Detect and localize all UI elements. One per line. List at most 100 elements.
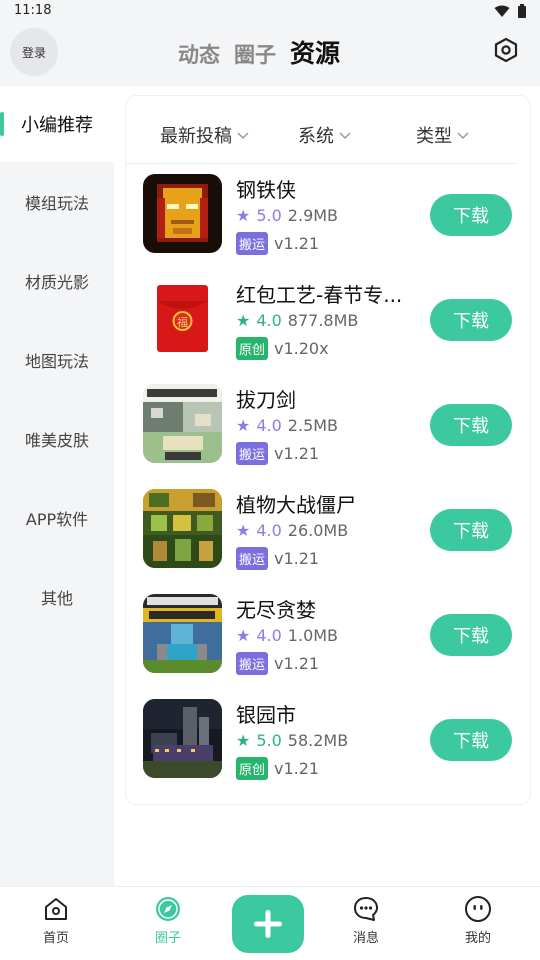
plants-zombies-icon[interactable] <box>143 489 222 568</box>
app-list: 钢铁侠 ★ 5.0 2.9MB 搬运 v1.21 下载 福 红包工艺-春节专..… <box>126 164 530 794</box>
download-button[interactable]: 下载 <box>430 194 512 236</box>
content-area: 最新投稿 系统 类型 钢铁侠 ★ 5.0 2.9MB 搬运 v1.21 下载 福… <box>114 86 540 886</box>
app-rating: 4.0 <box>256 521 282 540</box>
sidebar-item-mods[interactable]: 模组玩法 <box>0 162 114 241</box>
sidebar-item-textures[interactable]: 材质光影 <box>0 241 114 320</box>
download-button[interactable]: 下载 <box>430 614 512 656</box>
nav-messages-label: 消息 <box>352 931 379 946</box>
nav-messages[interactable]: 消息 <box>326 895 406 946</box>
profile-icon <box>465 896 491 922</box>
app-name[interactable]: 钢铁侠 <box>236 174 414 203</box>
sidebar-item-other[interactable]: 其他 <box>0 557 114 636</box>
source-badge: 搬运 <box>236 547 269 570</box>
wifi-icon <box>494 5 510 17</box>
sidebar-item-maps[interactable]: 地图玩法 <box>0 320 114 399</box>
chevron-down-icon <box>237 132 249 140</box>
night-city-icon[interactable] <box>143 699 222 778</box>
message-icon <box>354 897 378 921</box>
tab-ziyuan[interactable]: 资源 <box>290 34 340 70</box>
app-version: v1.21 <box>274 759 320 778</box>
app-name[interactable]: 拔刀剑 <box>236 384 414 413</box>
app-size: 58.2MB <box>287 731 349 750</box>
header: 登录 动态 圈子 资源 <box>0 24 540 86</box>
status-icons <box>494 4 526 18</box>
nav-circle[interactable]: 圈子 <box>128 895 208 946</box>
app-tags: 搬运 v1.21 <box>236 232 319 255</box>
app-rating: 5.0 <box>256 731 282 750</box>
app-rating: 5.0 <box>256 206 282 225</box>
app-rating: 4.0 <box>256 416 282 435</box>
app-version: v1.21 <box>274 444 320 463</box>
list-item[interactable]: 植物大战僵尸 ★ 4.0 26.0MB 搬运 v1.21 下载 <box>126 479 530 584</box>
source-badge: 搬运 <box>236 442 269 465</box>
sidebar-item-apps[interactable]: APP软件 <box>0 478 114 557</box>
chevron-down-icon <box>457 132 469 140</box>
nav-profile[interactable]: 我的 <box>438 895 518 946</box>
app-meta: ★ 4.0 1.0MB <box>236 626 338 645</box>
chevron-down-icon <box>339 132 351 140</box>
source-badge: 搬运 <box>236 652 269 675</box>
app-size: 2.5MB <box>287 416 339 435</box>
star-icon: ★ <box>236 626 251 645</box>
app-name[interactable]: 红包工艺-春节专... <box>236 279 414 308</box>
filter-latest[interactable]: 最新投稿 <box>160 122 250 148</box>
filter-latest-label: 最新投稿 <box>160 126 232 147</box>
sword-mod-icon[interactable] <box>143 384 222 463</box>
iron-man-icon[interactable] <box>143 174 222 253</box>
app-version: v1.20x <box>274 339 329 358</box>
download-button[interactable]: 下载 <box>430 719 512 761</box>
app-size: 877.8MB <box>287 311 359 330</box>
app-version: v1.21 <box>274 654 320 673</box>
settings-button[interactable] <box>492 36 520 64</box>
nav-home[interactable]: 首页 <box>16 895 96 946</box>
nav-circle-label: 圈子 <box>154 931 181 946</box>
app-rating: 4.0 <box>256 626 282 645</box>
app-meta: ★ 5.0 58.2MB <box>236 731 348 750</box>
settings-hex-icon <box>494 37 518 63</box>
app-tags: 原创 v1.20x <box>236 337 329 360</box>
list-item[interactable]: 无尽贪婪 ★ 4.0 1.0MB 搬运 v1.21 下载 <box>126 584 530 689</box>
battery-icon <box>518 4 526 18</box>
source-badge: 原创 <box>236 337 269 360</box>
list-item[interactable]: 钢铁侠 ★ 5.0 2.9MB 搬运 v1.21 下载 <box>126 164 530 269</box>
app-size: 2.9MB <box>287 206 339 225</box>
app-meta: ★ 4.0 26.0MB <box>236 521 348 540</box>
download-button[interactable]: 下载 <box>430 509 512 551</box>
app-tags: 原创 v1.21 <box>236 757 319 780</box>
filter-type[interactable]: 类型 <box>416 122 470 148</box>
star-icon: ★ <box>236 521 251 540</box>
download-button[interactable]: 下载 <box>430 404 512 446</box>
download-button[interactable]: 下载 <box>430 299 512 341</box>
app-version: v1.21 <box>274 549 320 568</box>
plus-icon <box>254 910 282 938</box>
status-time: 11:18 <box>14 3 52 18</box>
filter-system-label: 系统 <box>298 126 334 147</box>
red-envelope-icon[interactable]: 福 <box>143 279 222 358</box>
app-name[interactable]: 银园市 <box>236 699 414 728</box>
app-rating: 4.0 <box>256 311 282 330</box>
app-name[interactable]: 无尽贪婪 <box>236 594 414 623</box>
sidebar-item-editor-picks[interactable]: 小编推荐 <box>0 86 114 162</box>
star-icon: ★ <box>236 206 251 225</box>
app-meta: ★ 4.0 877.8MB <box>236 311 358 330</box>
add-button[interactable] <box>232 895 304 953</box>
status-bar: 11:18 <box>0 0 540 24</box>
app-tags: 搬运 v1.21 <box>236 547 319 570</box>
login-button[interactable]: 登录 <box>10 28 58 76</box>
filter-type-label: 类型 <box>416 126 452 147</box>
sidebar-item-skins[interactable]: 唯美皮肤 <box>0 399 114 478</box>
compass-icon <box>156 897 180 921</box>
filter-system[interactable]: 系统 <box>298 122 352 148</box>
app-meta: ★ 5.0 2.9MB <box>236 206 338 225</box>
svg-text:福: 福 <box>177 315 188 329</box>
list-item[interactable]: 拔刀剑 ★ 4.0 2.5MB 搬运 v1.21 下载 <box>126 374 530 479</box>
nav-home-label: 首页 <box>42 931 69 946</box>
list-item[interactable]: 银园市 ★ 5.0 58.2MB 原创 v1.21 下载 <box>126 689 530 794</box>
app-size: 1.0MB <box>287 626 339 645</box>
app-name[interactable]: 植物大战僵尸 <box>236 489 414 518</box>
list-item[interactable]: 福 红包工艺-春节专... ★ 4.0 877.8MB 原创 v1.20x 下载 <box>126 269 530 374</box>
tab-dongtai[interactable]: 动态 <box>178 39 220 69</box>
tab-quanzi[interactable]: 圈子 <box>234 39 276 69</box>
minecraft-addon-icon[interactable] <box>143 594 222 673</box>
bottom-nav: 首页 圈子 消息 我的 <box>0 886 540 960</box>
